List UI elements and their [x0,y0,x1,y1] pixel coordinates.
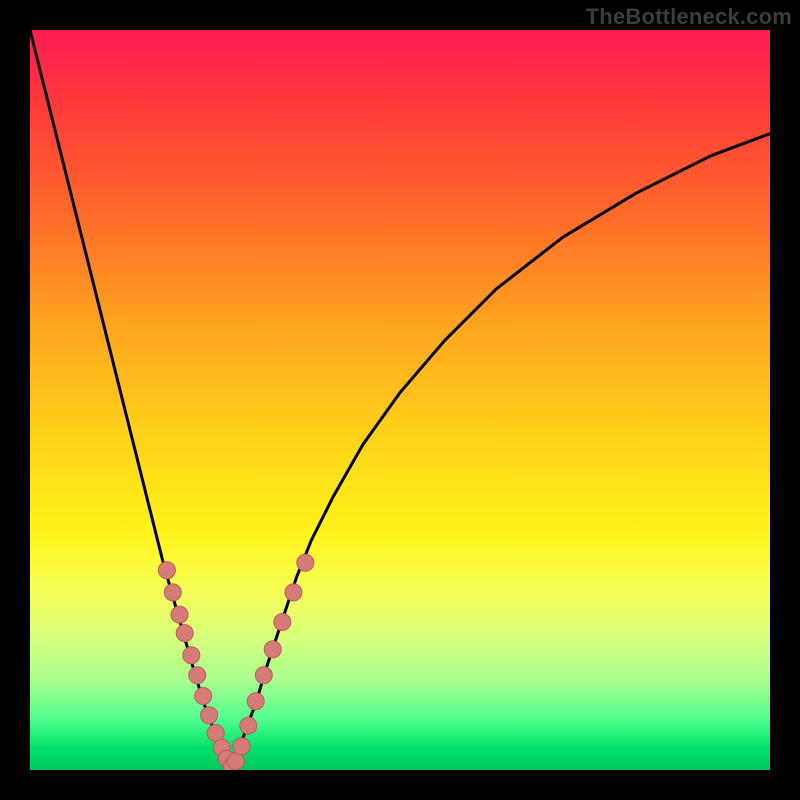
data-marker [227,753,244,770]
curve-path [30,30,230,766]
data-marker [171,606,188,623]
data-marker [274,614,291,631]
curve-group [30,30,770,766]
plot-area [30,30,770,770]
watermark-text: TheBottleneck.com [586,4,792,30]
data-marker [189,667,206,684]
chart-frame: TheBottleneck.com [0,0,800,800]
data-marker [297,554,314,571]
data-marker [158,562,175,579]
marker-group [158,554,313,770]
curve-path [230,134,770,767]
data-marker [264,641,281,658]
data-marker [213,739,230,756]
curve-svg [30,30,770,770]
data-marker [240,717,257,734]
data-marker [176,625,193,642]
data-marker [218,750,235,767]
data-marker [164,584,181,601]
data-marker [233,738,250,755]
data-marker [195,688,212,705]
data-marker [207,725,224,742]
data-marker [183,647,200,664]
data-marker [255,667,272,684]
data-marker [247,693,264,710]
data-marker [201,707,218,724]
data-marker [285,584,302,601]
data-marker [224,758,241,770]
